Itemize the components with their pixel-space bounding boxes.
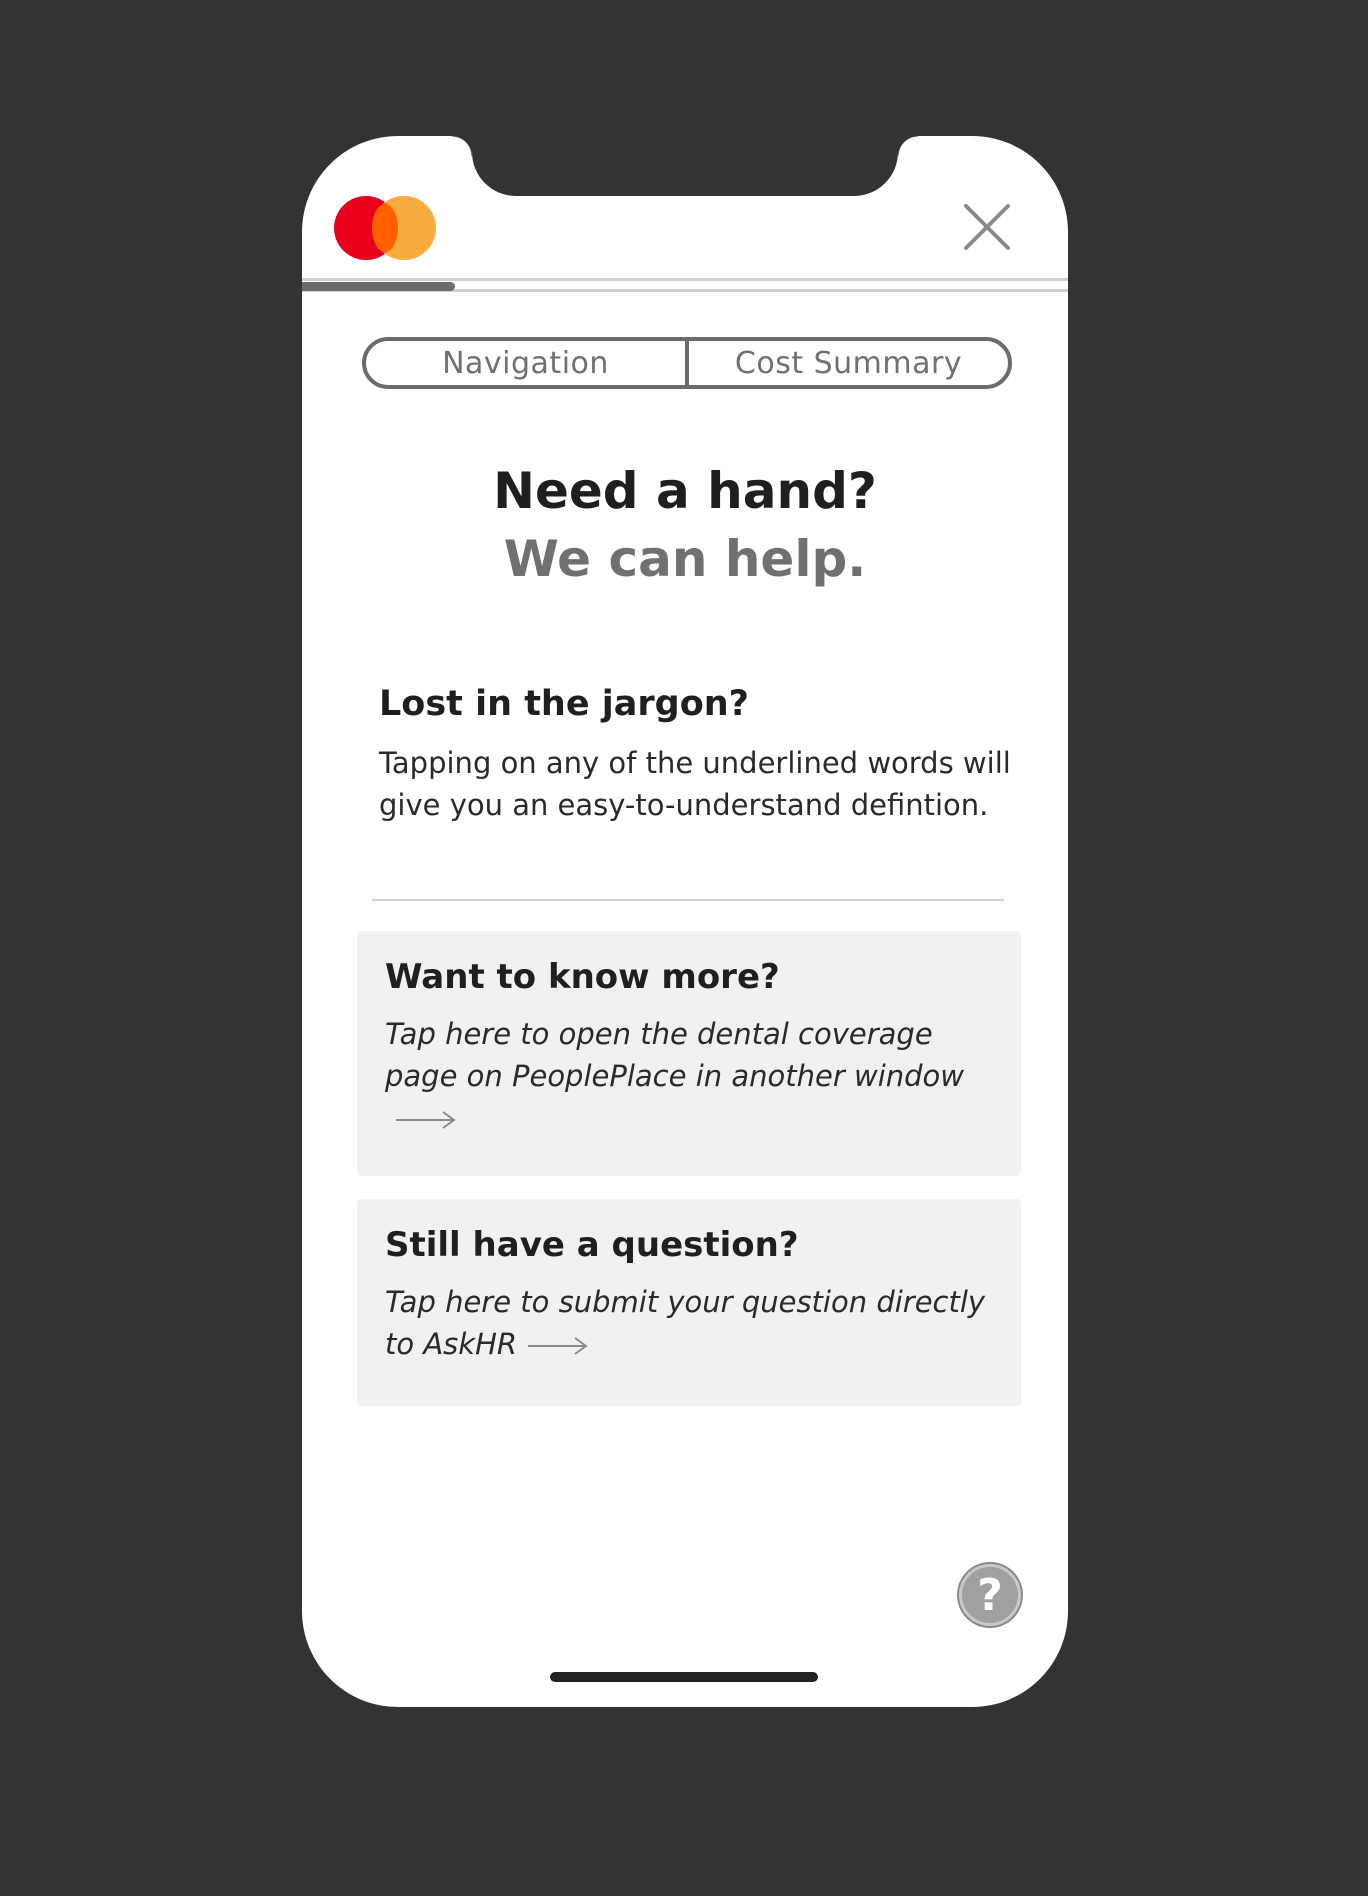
- help-icon: ?: [977, 1569, 1003, 1621]
- ask-question-title: Still have a question?: [385, 1225, 799, 1265]
- page-subtitle: We can help.: [503, 530, 867, 588]
- know-more-link[interactable]: Tap here to open the dental coverage pag…: [385, 1013, 993, 1139]
- section-divider: [372, 899, 1004, 901]
- ask-question-link[interactable]: Tap here to submit your question directl…: [385, 1281, 993, 1365]
- tab-navigation[interactable]: Navigation: [366, 341, 685, 385]
- arrow-right-icon: [396, 1111, 456, 1129]
- close-button[interactable]: [962, 202, 1012, 252]
- phone-frame: Navigation Cost Summary Need a hand? We …: [302, 136, 1068, 1707]
- ask-question-card[interactable]: Still have a question? Tap here to submi…: [357, 1199, 1021, 1406]
- progress-bar-fill: [302, 282, 456, 291]
- phone-notch: [452, 136, 918, 196]
- home-indicator[interactable]: [550, 1672, 818, 1682]
- jargon-description: Tapping on any of the underlined words w…: [379, 746, 1011, 822]
- arrow-right-icon: [528, 1337, 588, 1355]
- know-more-card[interactable]: Want to know more? Tap here to open the …: [357, 931, 1021, 1176]
- jargon-heading: Lost in the jargon?: [379, 684, 749, 724]
- logo-overlap: [372, 204, 398, 252]
- page-title: Need a hand?: [493, 462, 877, 520]
- know-more-title: Want to know more?: [385, 957, 780, 997]
- ask-question-text: Tap here to submit your question directl…: [385, 1285, 986, 1361]
- tab-cost-summary[interactable]: Cost Summary: [685, 341, 1008, 385]
- mastercard-logo-icon: [334, 196, 438, 260]
- tab-switcher: Navigation Cost Summary: [362, 337, 1012, 389]
- close-icon: [964, 204, 1010, 250]
- know-more-text: Tap here to open the dental coverage pag…: [385, 1017, 964, 1093]
- help-button[interactable]: ?: [959, 1564, 1021, 1626]
